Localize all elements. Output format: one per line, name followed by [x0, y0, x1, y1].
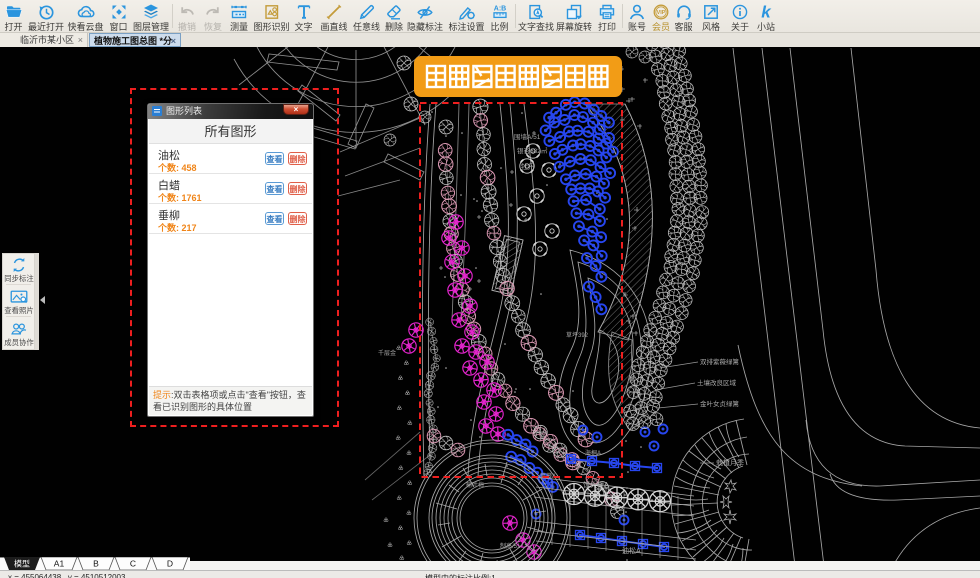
svg-text:B: B [93, 559, 99, 569]
svg-text:土壤改良区域: 土壤改良区域 [697, 378, 737, 387]
svg-text:A1: A1 [54, 559, 65, 569]
svg-text:双排紫薇绿篱: 双排紫薇绿篱 [700, 357, 740, 366]
svg-text:榆叶梅: 榆叶梅 [466, 481, 484, 489]
svg-text:栽植月季: 栽植月季 [716, 458, 744, 467]
svg-text:C: C [130, 559, 136, 569]
svg-text:金叶女贞绿篱: 金叶女贞绿篱 [700, 399, 740, 408]
svg-text:k: k [761, 3, 772, 21]
svg-text:牡丹: 牡丹 [521, 162, 535, 171]
svg-text:草坪392: 草坪392 [566, 331, 589, 339]
svg-text:银杏682㎡: 银杏682㎡ [517, 146, 548, 155]
svg-text:模型: 模型 [14, 559, 30, 569]
svg-text:馒头树A: 馒头树A [583, 480, 609, 489]
svg-text:油松A: 油松A [622, 546, 641, 555]
svg-text:D: D [167, 559, 173, 569]
svg-text:围墙A/51: 围墙A/51 [514, 132, 541, 141]
svg-text:千层金: 千层金 [378, 349, 396, 357]
svg-text:海桐A: 海桐A [585, 449, 601, 457]
svg-text:制高/51: 制高/51 [500, 542, 521, 550]
